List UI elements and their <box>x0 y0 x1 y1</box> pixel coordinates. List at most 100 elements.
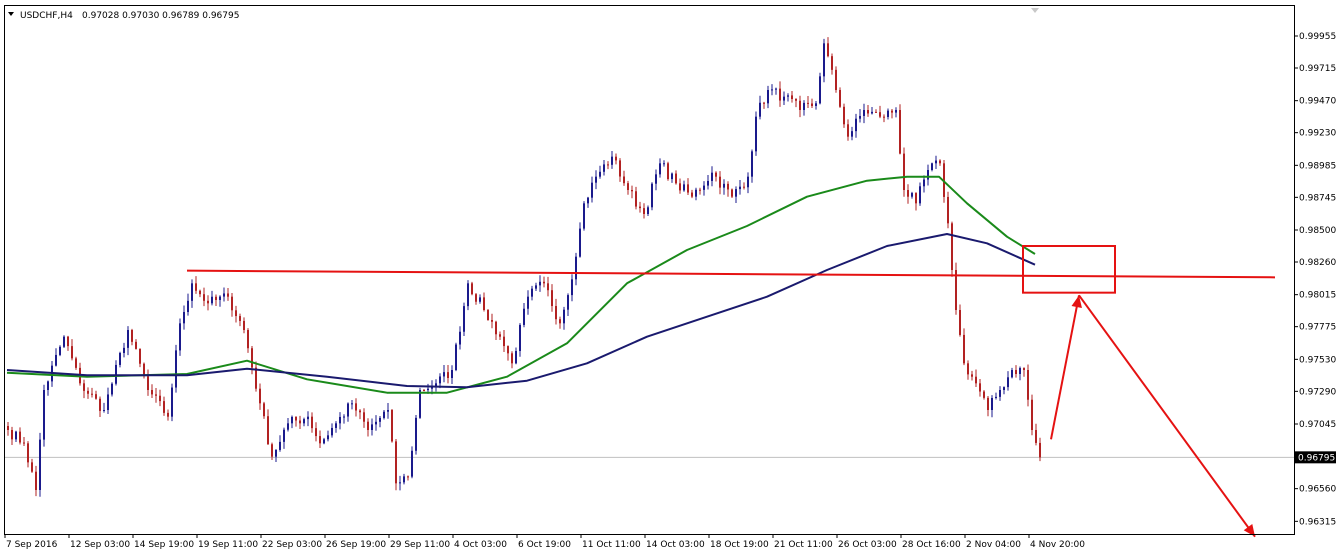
candle-body <box>87 390 89 394</box>
candle-body <box>407 476 409 478</box>
candle <box>583 201 585 231</box>
candle-body <box>387 410 389 412</box>
candle-body <box>595 176 597 183</box>
candle-body <box>911 193 913 197</box>
candle-body <box>603 164 605 172</box>
candle-body <box>871 111 873 114</box>
y-tick-label: 0.97290 <box>1299 387 1336 397</box>
candle-body <box>171 387 173 417</box>
candle-body <box>243 320 245 330</box>
candle-body <box>931 163 933 170</box>
candle-body <box>783 96 785 101</box>
candle-body <box>503 336 505 347</box>
candle-body <box>839 90 841 107</box>
candle-body <box>131 330 133 342</box>
x-tick-label: 29 Sep 11:00 <box>390 540 450 550</box>
candle-body <box>535 285 537 289</box>
candle-body <box>155 394 157 396</box>
candle-body <box>771 89 773 91</box>
candle <box>755 111 757 156</box>
x-tick-label: 26 Oct 03:00 <box>838 540 897 550</box>
candle-body <box>751 151 753 177</box>
candle-body <box>539 281 541 286</box>
candle-body <box>551 290 553 307</box>
candle-body <box>887 110 889 117</box>
candle-body <box>75 358 77 368</box>
candle-body <box>991 397 993 410</box>
candle-body <box>923 179 925 187</box>
candle-body <box>767 90 769 104</box>
candle-body <box>975 376 977 384</box>
candle-body <box>543 281 545 284</box>
candle-body <box>175 350 177 388</box>
candle-body <box>711 172 713 181</box>
candle-body <box>743 186 745 188</box>
candle <box>823 38 825 83</box>
candle-body <box>299 420 301 424</box>
candle-body <box>31 462 33 472</box>
candle-body <box>831 56 833 70</box>
candle-body <box>731 189 733 197</box>
candle-body <box>679 183 681 191</box>
chart-window: 0.99955 0.99715 0.99470 0.99230 0.98985 0.987… <box>0 0 1337 558</box>
candle-body <box>971 374 973 377</box>
x-tick-label: 19 Sep 11:00 <box>198 540 258 550</box>
candle-body <box>547 283 549 291</box>
candle-body <box>123 347 125 353</box>
candle-body <box>99 398 101 411</box>
y-tick-label: 0.98260 <box>1299 258 1336 268</box>
candle-body <box>323 439 325 444</box>
candle-body <box>207 300 209 304</box>
candle <box>111 382 113 397</box>
candle <box>59 345 61 357</box>
candle-body <box>575 256 577 280</box>
candle-body <box>463 306 465 332</box>
candle-body <box>695 189 697 197</box>
y-tick-label: 0.98745 <box>1299 193 1336 203</box>
candle-body <box>335 423 337 428</box>
candle-body <box>339 416 341 424</box>
current-price-marker: 0.96795 <box>1295 451 1336 464</box>
candle-body <box>927 170 929 180</box>
candle-body <box>835 69 837 90</box>
candle-body <box>531 288 533 297</box>
candle-body <box>267 416 269 445</box>
x-tick-label: 26 Sep 19:00 <box>326 540 386 550</box>
candle-body <box>275 449 277 457</box>
candle-body <box>699 189 701 191</box>
candle-body <box>895 110 897 113</box>
candle-body <box>599 171 601 177</box>
candle-body <box>939 160 941 164</box>
chart-canvas[interactable]: 0.99955 0.99715 0.99470 0.99230 0.98985 0.987… <box>0 0 1337 558</box>
candle-body <box>527 296 529 309</box>
candle-body <box>467 283 469 307</box>
candle-body <box>163 401 165 413</box>
candle <box>731 188 733 199</box>
candle-body <box>459 331 461 345</box>
candle-body <box>779 88 781 101</box>
candle <box>39 432 41 497</box>
candle-body <box>7 426 9 430</box>
candle-body <box>579 228 581 257</box>
candle <box>955 262 957 315</box>
candle-body <box>319 436 321 444</box>
candle-body <box>683 184 685 191</box>
y-tick-label: 0.96315 <box>1299 517 1336 527</box>
candle-body <box>919 186 921 204</box>
candle-body <box>703 185 705 190</box>
candle-body <box>607 164 609 166</box>
candle <box>467 280 469 311</box>
candle-body <box>647 207 649 214</box>
candle-body <box>19 431 21 443</box>
candle-body <box>935 160 937 164</box>
candle-body <box>795 98 797 101</box>
candle-body <box>159 395 161 402</box>
candle-body <box>747 176 749 188</box>
candle-body <box>67 336 69 347</box>
x-tick-label: 14 Sep 19:00 <box>134 540 194 550</box>
x-tick-label: 4 Nov 20:00 <box>1030 540 1085 550</box>
candle-body <box>147 376 149 390</box>
candle-body <box>471 283 473 295</box>
candle-body <box>763 102 765 104</box>
candle-body <box>883 116 885 118</box>
